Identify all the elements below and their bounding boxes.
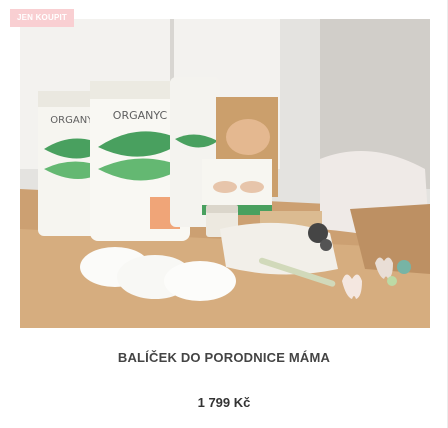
product-card[interactable]: JEN KOUPIT ORGANYC ORGANYC BALÍČEK DO PO…: [0, 0, 448, 428]
product-photo-icon: ORGANYC ORGANYC: [20, 19, 430, 328]
product-image[interactable]: ORGANYC ORGANYC: [20, 19, 430, 328]
product-title[interactable]: BALÍČEK DO PORODNICE MÁMA: [0, 350, 448, 365]
product-price: 1 799 Kč: [197, 395, 251, 410]
status-badge: JEN KOUPIT: [10, 9, 75, 27]
